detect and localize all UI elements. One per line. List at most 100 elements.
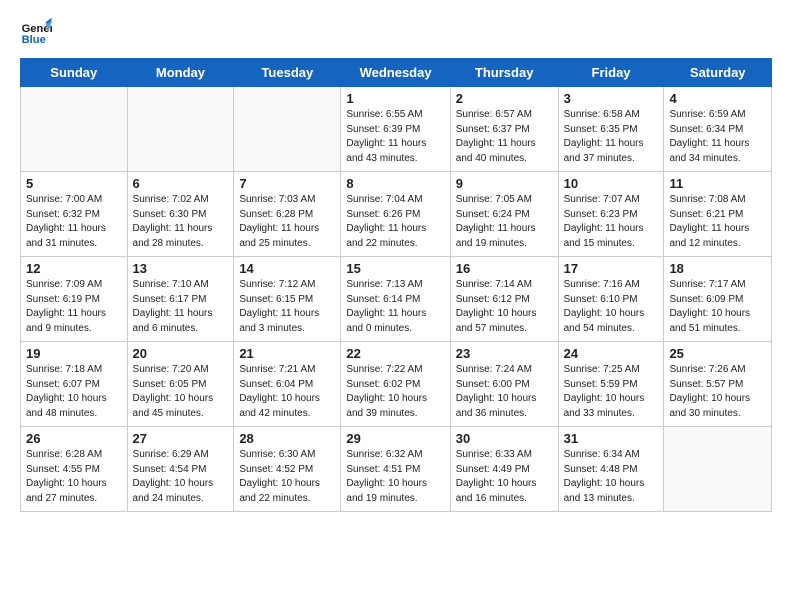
day-info: Sunrise: 6:58 AMSunset: 6:35 PMDaylight:… (564, 108, 659, 166)
day-number: 23 (456, 346, 553, 361)
day-number: 22 (346, 346, 444, 361)
day-number: 14 (239, 261, 335, 276)
day-info: Sunrise: 7:20 AMSunset: 6:05 PMDaylight:… (133, 363, 229, 421)
week-row-5: 26 Sunrise: 6:28 AMSunset: 4:55 PMDayligh… (21, 427, 772, 512)
weekday-header-saturday: Saturday (664, 59, 772, 87)
day-number: 18 (669, 261, 766, 276)
day-info: Sunrise: 6:57 AMSunset: 6:37 PMDaylight:… (456, 108, 553, 166)
day-number: 27 (133, 431, 229, 446)
calendar-cell: 3 Sunrise: 6:58 AMSunset: 6:35 PMDaylight… (558, 87, 664, 172)
week-row-1: 1 Sunrise: 6:55 AMSunset: 6:39 PMDaylight… (21, 87, 772, 172)
calendar-cell: 7 Sunrise: 7:03 AMSunset: 6:28 PMDaylight… (234, 172, 341, 257)
day-number: 5 (26, 176, 122, 191)
day-info: Sunrise: 7:09 AMSunset: 6:19 PMDaylight:… (26, 278, 122, 336)
day-info: Sunrise: 6:34 AMSunset: 4:48 PMDaylight:… (564, 448, 659, 506)
day-info: Sunrise: 7:16 AMSunset: 6:10 PMDaylight:… (564, 278, 659, 336)
calendar-cell: 16Sunrise: 7:14 AMSunset: 6:12 PMDayligh… (450, 257, 558, 342)
calendar-cell: 4Sunrise: 6:59 AMSunset: 6:34 PMDaylight… (664, 87, 772, 172)
day-info: Sunrise: 6:59 AMSunset: 6:34 PMDaylight:… (669, 108, 766, 166)
day-info: Sunrise: 7:05 AMSunset: 6:24 PMDaylight:… (456, 193, 553, 251)
calendar-cell: 8 Sunrise: 7:04 AMSunset: 6:26 PMDaylight… (341, 172, 450, 257)
page: General Blue SundayMondayTuesdayWednesda… (0, 0, 792, 532)
calendar-cell: 12 Sunrise: 7:09 AMSunset: 6:19 PMDayligh… (21, 257, 128, 342)
day-number: 12 (26, 261, 122, 276)
week-row-2: 5 Sunrise: 7:00 AMSunset: 6:32 PMDaylight… (21, 172, 772, 257)
day-info: Sunrise: 7:17 AMSunset: 6:09 PMDaylight:… (669, 278, 766, 336)
weekday-header-wednesday: Wednesday (341, 59, 450, 87)
day-number: 6 (133, 176, 229, 191)
day-number: 1 (346, 91, 444, 106)
logo: General Blue (20, 16, 56, 48)
calendar-cell: 27Sunrise: 6:29 AMSunset: 4:54 PMDayligh… (127, 427, 234, 512)
day-info: Sunrise: 7:07 AMSunset: 6:23 PMDaylight:… (564, 193, 659, 251)
day-info: Sunrise: 6:28 AMSunset: 4:55 PMDaylight:… (26, 448, 122, 506)
day-number: 31 (564, 431, 659, 446)
day-number: 19 (26, 346, 122, 361)
weekday-header-thursday: Thursday (450, 59, 558, 87)
calendar-cell: 30 Sunrise: 6:33 AMSunset: 4:49 PMDayligh… (450, 427, 558, 512)
day-number: 25 (669, 346, 766, 361)
calendar-cell: 13 Sunrise: 7:10 AMSunset: 6:17 PMDayligh… (127, 257, 234, 342)
calendar-cell: 26 Sunrise: 6:28 AMSunset: 4:55 PMDayligh… (21, 427, 128, 512)
day-info: Sunrise: 7:03 AMSunset: 6:28 PMDaylight:… (239, 193, 335, 251)
calendar-cell (21, 87, 128, 172)
calendar-cell: 29 Sunrise: 6:32 AMSunset: 4:51 PMDayligh… (341, 427, 450, 512)
logo-icon: General Blue (20, 16, 52, 48)
calendar-cell: 19Sunrise: 7:18 AMSunset: 6:07 PMDayligh… (21, 342, 128, 427)
calendar-cell: 14 Sunrise: 7:12 AMSunset: 6:15 PMDayligh… (234, 257, 341, 342)
day-number: 10 (564, 176, 659, 191)
day-number: 17 (564, 261, 659, 276)
day-number: 3 (564, 91, 659, 106)
day-number: 2 (456, 91, 553, 106)
calendar: SundayMondayTuesdayWednesdayThursdayFrid… (20, 58, 772, 512)
day-info: Sunrise: 7:04 AMSunset: 6:26 PMDaylight:… (346, 193, 444, 251)
day-info: Sunrise: 7:21 AMSunset: 6:04 PMDaylight:… (239, 363, 335, 421)
day-info: Sunrise: 7:12 AMSunset: 6:15 PMDaylight:… (239, 278, 335, 336)
weekday-header-row: SundayMondayTuesdayWednesdayThursdayFrid… (21, 59, 772, 87)
weekday-header-monday: Monday (127, 59, 234, 87)
day-info: Sunrise: 7:14 AMSunset: 6:12 PMDaylight:… (456, 278, 553, 336)
day-number: 21 (239, 346, 335, 361)
calendar-cell: 15 Sunrise: 7:13 AMSunset: 6:14 PMDayligh… (341, 257, 450, 342)
day-number: 29 (346, 431, 444, 446)
day-info: Sunrise: 7:25 AMSunset: 5:59 PMDaylight:… (564, 363, 659, 421)
day-info: Sunrise: 7:00 AMSunset: 6:32 PMDaylight:… (26, 193, 122, 251)
weekday-header-sunday: Sunday (21, 59, 128, 87)
week-row-3: 12 Sunrise: 7:09 AMSunset: 6:19 PMDayligh… (21, 257, 772, 342)
day-number: 20 (133, 346, 229, 361)
day-info: Sunrise: 7:08 AMSunset: 6:21 PMDaylight:… (669, 193, 766, 251)
day-info: Sunrise: 7:22 AMSunset: 6:02 PMDaylight:… (346, 363, 444, 421)
day-number: 30 (456, 431, 553, 446)
day-info: Sunrise: 7:24 AMSunset: 6:00 PMDaylight:… (456, 363, 553, 421)
calendar-cell: 6 Sunrise: 7:02 AMSunset: 6:30 PMDaylight… (127, 172, 234, 257)
day-info: Sunrise: 6:32 AMSunset: 4:51 PMDaylight:… (346, 448, 444, 506)
calendar-cell: 25Sunrise: 7:26 AMSunset: 5:57 PMDayligh… (664, 342, 772, 427)
day-info: Sunrise: 7:10 AMSunset: 6:17 PMDaylight:… (133, 278, 229, 336)
calendar-cell: 28Sunrise: 6:30 AMSunset: 4:52 PMDayligh… (234, 427, 341, 512)
weekday-header-tuesday: Tuesday (234, 59, 341, 87)
calendar-cell: 18 Sunrise: 7:17 AMSunset: 6:09 PMDayligh… (664, 257, 772, 342)
day-info: Sunrise: 7:02 AMSunset: 6:30 PMDaylight:… (133, 193, 229, 251)
calendar-cell: 24Sunrise: 7:25 AMSunset: 5:59 PMDayligh… (558, 342, 664, 427)
day-info: Sunrise: 6:55 AMSunset: 6:39 PMDaylight:… (346, 108, 444, 166)
calendar-cell: 23 Sunrise: 7:24 AMSunset: 6:00 PMDayligh… (450, 342, 558, 427)
calendar-cell: 17 Sunrise: 7:16 AMSunset: 6:10 PMDayligh… (558, 257, 664, 342)
calendar-cell: 1 Sunrise: 6:55 AMSunset: 6:39 PMDaylight… (341, 87, 450, 172)
day-number: 28 (239, 431, 335, 446)
day-number: 15 (346, 261, 444, 276)
day-number: 11 (669, 176, 766, 191)
calendar-cell: 22 Sunrise: 7:22 AMSunset: 6:02 PMDayligh… (341, 342, 450, 427)
day-number: 13 (133, 261, 229, 276)
day-info: Sunrise: 6:33 AMSunset: 4:49 PMDaylight:… (456, 448, 553, 506)
day-number: 7 (239, 176, 335, 191)
day-number: 9 (456, 176, 553, 191)
calendar-cell: 5 Sunrise: 7:00 AMSunset: 6:32 PMDaylight… (21, 172, 128, 257)
header: General Blue (20, 16, 772, 48)
day-number: 26 (26, 431, 122, 446)
calendar-cell (664, 427, 772, 512)
calendar-cell (127, 87, 234, 172)
calendar-cell: 9 Sunrise: 7:05 AMSunset: 6:24 PMDaylight… (450, 172, 558, 257)
day-number: 8 (346, 176, 444, 191)
weekday-header-friday: Friday (558, 59, 664, 87)
day-info: Sunrise: 7:13 AMSunset: 6:14 PMDaylight:… (346, 278, 444, 336)
